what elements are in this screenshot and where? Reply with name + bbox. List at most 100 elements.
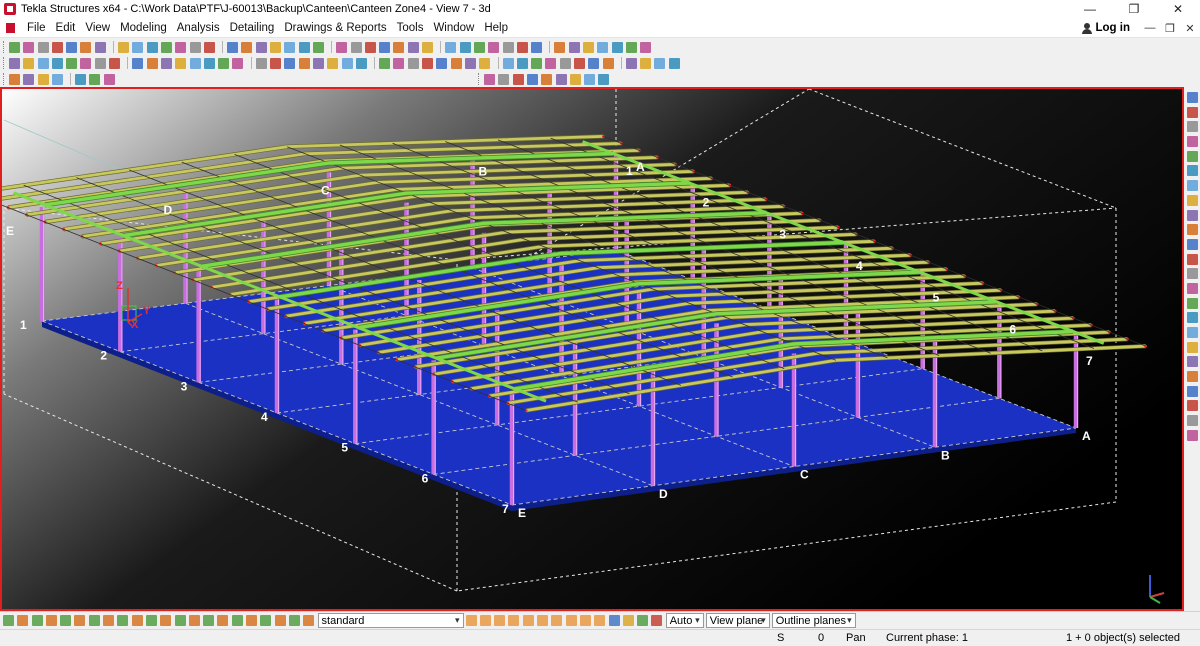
snap-switch-icon[interactable]	[608, 615, 620, 626]
standard-tool-icon[interactable]	[568, 41, 580, 53]
selection-switch-icon[interactable]	[131, 615, 143, 626]
view-tool-icon[interactable]	[498, 73, 510, 85]
menu-file[interactable]: File	[22, 22, 51, 34]
modeling-tool-icon[interactable]	[9, 57, 20, 69]
standard-tool-icon[interactable]	[37, 41, 49, 53]
modeling-tool-icon[interactable]	[355, 57, 367, 69]
side-tool-icon[interactable]	[1186, 224, 1198, 236]
side-tool-icon[interactable]	[1186, 312, 1198, 324]
menu-analysis[interactable]: Analysis	[172, 22, 225, 34]
side-tool-icon[interactable]	[1186, 297, 1198, 309]
restore-button[interactable]: ❐	[1112, 0, 1156, 18]
snap-switch-icon[interactable]	[465, 615, 477, 626]
side-tool-icon[interactable]	[1186, 209, 1198, 221]
modeling-tool-icon[interactable]	[232, 57, 244, 69]
modeling-tool-icon[interactable]	[516, 57, 528, 69]
snap-switch-icon[interactable]	[537, 615, 549, 626]
selection-switch-icon[interactable]	[288, 615, 300, 626]
standard-tool-icon[interactable]	[625, 41, 637, 53]
selection-switch-icon[interactable]	[145, 615, 157, 626]
standard-tool-icon[interactable]	[255, 41, 267, 53]
toolbar-grip[interactable]	[3, 57, 6, 69]
modeling-tool-icon[interactable]	[531, 57, 543, 69]
selection-switch-icon[interactable]	[274, 615, 286, 626]
standard-tool-icon[interactable]	[445, 41, 457, 53]
modeling-tool-icon[interactable]	[479, 57, 491, 69]
modeling-tool-icon[interactable]	[407, 57, 419, 69]
side-tool-icon[interactable]	[1186, 371, 1198, 383]
selection-tool-icon[interactable]	[103, 73, 115, 85]
menu-window[interactable]: Window	[428, 22, 479, 34]
standard-tool-icon[interactable]	[531, 41, 543, 53]
selection-switch-icon[interactable]	[74, 615, 86, 626]
selection-switch-icon[interactable]	[203, 615, 215, 626]
modeling-tool-icon[interactable]	[312, 57, 324, 69]
snap-switch-icon[interactable]	[637, 615, 649, 626]
side-tool-icon[interactable]	[1186, 165, 1198, 177]
side-tool-icon[interactable]	[1186, 429, 1198, 441]
toolbar-grip[interactable]	[3, 73, 6, 85]
side-tool-icon[interactable]	[1186, 180, 1198, 192]
side-tool-icon[interactable]	[1186, 356, 1198, 368]
view-tool-icon[interactable]	[484, 73, 496, 85]
snap-switch-icon[interactable]	[494, 615, 506, 626]
standard-tool-icon[interactable]	[640, 41, 652, 53]
side-tool-icon[interactable]	[1186, 341, 1198, 353]
selection-switch-icon[interactable]	[246, 615, 258, 626]
menu-tools[interactable]: Tools	[392, 22, 429, 34]
standard-tool-icon[interactable]	[118, 41, 130, 53]
standard-tool-icon[interactable]	[80, 41, 92, 53]
view-tool-icon[interactable]	[555, 73, 567, 85]
modeling-tool-icon[interactable]	[393, 57, 405, 69]
standard-tool-icon[interactable]	[364, 41, 376, 53]
modeling-tool-icon[interactable]	[602, 57, 614, 69]
selection-switch-icon[interactable]	[88, 615, 100, 626]
standard-tool-icon[interactable]	[284, 41, 296, 53]
mdi-restore-button[interactable]: ❐	[1160, 22, 1180, 35]
modeling-tool-icon[interactable]	[146, 57, 158, 69]
modeling-tool-icon[interactable]	[502, 57, 514, 69]
modeling-tool-icon[interactable]	[203, 57, 215, 69]
standard-tool-icon[interactable]	[516, 41, 528, 53]
mdi-close-button[interactable]: ✕	[1180, 22, 1200, 35]
standard-tool-icon[interactable]	[146, 41, 158, 53]
side-tool-icon[interactable]	[1186, 415, 1198, 427]
side-tool-icon[interactable]	[1186, 327, 1198, 338]
plane-mode-combo[interactable]: View plane ▾	[705, 613, 770, 628]
selection-tool-icon[interactable]	[23, 73, 35, 85]
selection-switch-icon[interactable]	[17, 615, 29, 626]
standard-tool-icon[interactable]	[379, 41, 391, 53]
selection-tool-icon[interactable]	[37, 73, 49, 85]
modeling-tool-icon[interactable]	[160, 57, 172, 69]
standard-tool-icon[interactable]	[132, 41, 144, 53]
modeling-tool-icon[interactable]	[270, 57, 282, 69]
modeling-tool-icon[interactable]	[450, 57, 462, 69]
standard-tool-icon[interactable]	[227, 41, 239, 53]
side-tool-icon[interactable]	[1186, 92, 1198, 103]
view-tool-icon[interactable]	[569, 73, 581, 85]
side-tool-icon[interactable]	[1186, 238, 1198, 250]
selection-switch-icon[interactable]	[174, 615, 186, 626]
standard-tool-icon[interactable]	[189, 41, 201, 53]
standard-tool-icon[interactable]	[554, 41, 566, 53]
modeling-tool-icon[interactable]	[94, 57, 106, 69]
side-tool-icon[interactable]	[1186, 150, 1198, 162]
side-tool-icon[interactable]	[1186, 385, 1198, 397]
toolbar-grip[interactable]	[478, 73, 481, 85]
snap-switch-icon[interactable]	[522, 615, 534, 626]
modeling-tool-icon[interactable]	[284, 57, 296, 69]
standard-tool-icon[interactable]	[241, 41, 253, 53]
modeling-tool-icon[interactable]	[625, 57, 637, 69]
snap-switch-icon[interactable]	[651, 615, 663, 626]
menu-edit[interactable]: Edit	[51, 22, 81, 34]
side-tool-icon[interactable]	[1186, 253, 1198, 265]
selection-tool-icon[interactable]	[75, 73, 87, 85]
selection-filter-combo[interactable]: standard ▾	[317, 613, 464, 628]
snap-switch-icon[interactable]	[508, 615, 520, 626]
side-tool-icon[interactable]	[1186, 194, 1198, 206]
view-tool-icon[interactable]	[512, 73, 524, 85]
snap-switch-icon[interactable]	[551, 615, 563, 626]
modeling-tool-icon[interactable]	[37, 57, 49, 69]
login-button[interactable]: Log in	[1081, 22, 1130, 34]
selection-switch-icon[interactable]	[231, 615, 243, 626]
